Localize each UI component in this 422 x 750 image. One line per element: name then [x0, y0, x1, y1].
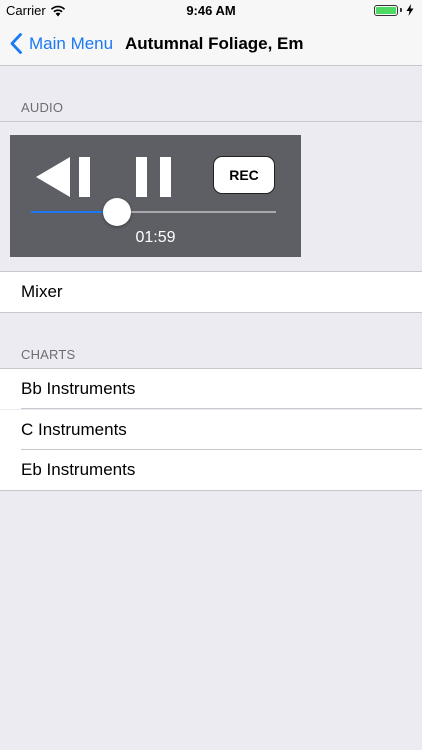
- status-time: 9:46 AM: [186, 3, 236, 18]
- list-item-label: C Instruments: [21, 420, 127, 439]
- playback-time: 01:59: [135, 229, 176, 246]
- battery-indicator: [374, 4, 414, 16]
- mixer-label: Mixer: [21, 282, 63, 301]
- back-button-label: Main Menu: [29, 33, 114, 53]
- slider-thumb[interactable]: [102, 198, 131, 226]
- audio-player: REC 01:59: [10, 135, 301, 257]
- section-header-charts: CHARTS: [21, 347, 76, 362]
- chart-item-c-instruments[interactable]: C Instruments: [0, 410, 422, 450]
- chart-item-eb-instruments[interactable]: Eb Instruments: [0, 450, 422, 490]
- back-button[interactable]: Main Menu: [10, 22, 113, 65]
- pause-icon[interactable]: [136, 157, 172, 197]
- status-bar: Carrier 9:46 AM: [0, 0, 422, 22]
- section-header-audio: AUDIO: [21, 100, 64, 115]
- record-button[interactable]: REC: [213, 156, 275, 194]
- battery-icon: [374, 4, 398, 16]
- divider: [0, 490, 422, 491]
- charging-bolt-icon: [406, 4, 414, 16]
- navigation-bar: Main Menu Autumnal Foliage, Em: [0, 22, 422, 66]
- playback-slider[interactable]: [31, 198, 276, 226]
- page-title: Autumnal Foliage, Em: [125, 33, 304, 53]
- divider: [0, 121, 422, 122]
- list-item-label: Eb Instruments: [21, 460, 136, 479]
- mixer-cell[interactable]: Mixer: [0, 272, 422, 312]
- chart-item-bb-instruments[interactable]: Bb Instruments: [0, 369, 422, 409]
- rewind-icon[interactable]: [36, 157, 92, 197]
- divider: [0, 312, 422, 313]
- list-item-label: Bb Instruments: [21, 379, 136, 398]
- chevron-left-icon: [10, 33, 22, 54]
